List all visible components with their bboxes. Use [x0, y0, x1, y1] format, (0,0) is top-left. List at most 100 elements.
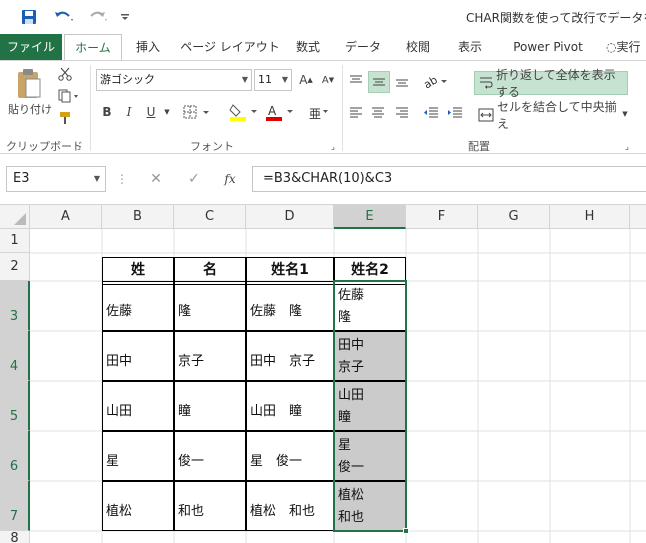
decrease-indent-icon[interactable]: [420, 103, 442, 123]
phonetic-guide-icon[interactable]: 亜: [306, 101, 330, 123]
row-header-2[interactable]: 2: [0, 253, 30, 281]
excel-window: CHAR関数を使って改行でデータを連結 ファイル ホーム 挿入 ページ レイアウ…: [0, 0, 646, 543]
table-cell[interactable]: 佐藤 隆: [246, 281, 334, 331]
table-cell[interactable]: 瞳: [174, 381, 246, 431]
row-header-7[interactable]: 7: [0, 481, 30, 531]
borders-icon[interactable]: [180, 101, 214, 123]
tab-file[interactable]: ファイル: [0, 34, 62, 60]
tab-formulas[interactable]: 数式: [288, 34, 328, 60]
column-header-c[interactable]: C: [174, 205, 246, 229]
grip-icon: ⋮: [116, 172, 128, 186]
table-cell[interactable]: 山田: [102, 381, 174, 431]
column-header-i[interactable]: [630, 205, 646, 229]
underline-button[interactable]: U: [142, 101, 160, 123]
table-cell[interactable]: 山田瞳: [334, 381, 406, 431]
align-left-icon[interactable]: [346, 103, 366, 123]
table-cell[interactable]: 星: [102, 431, 174, 481]
redo-icon[interactable]: [84, 6, 112, 28]
table-cell[interactable]: 佐藤: [102, 281, 174, 331]
tab-data[interactable]: データ: [340, 34, 386, 60]
merge-center-button[interactable]: セルを結合して中央揃え: [474, 100, 618, 131]
align-right-icon[interactable]: [392, 103, 412, 123]
tab-home[interactable]: ホーム: [64, 34, 122, 61]
column-header-a[interactable]: A: [30, 205, 102, 229]
column-header-f[interactable]: F: [406, 205, 478, 229]
column-header-d[interactable]: D: [246, 205, 334, 229]
table-cell[interactable]: 和也: [174, 481, 246, 531]
ribbon: 貼り付け クリップボード ⌟ 游ゴシック ▼ 11 ▼ A ▲ A ▼ B I U ▼: [0, 60, 646, 154]
name-box[interactable]: E3 ▼: [6, 166, 106, 192]
format-painter-icon[interactable]: [56, 109, 74, 127]
table-cell[interactable]: 京子: [174, 331, 246, 381]
chevron-down-icon: ▼: [241, 75, 248, 84]
increase-font-size-icon[interactable]: A ▲: [296, 69, 316, 91]
table-cell[interactable]: 星 俊一: [246, 431, 334, 481]
table-cell[interactable]: 植松 和也: [246, 481, 334, 531]
tab-power-pivot[interactable]: Power Pivot: [502, 34, 594, 60]
table-cell[interactable]: 田中: [102, 331, 174, 381]
table-cell[interactable]: 俊一: [174, 431, 246, 481]
column-header-e[interactable]: E: [334, 205, 406, 229]
chevron-down-icon: ▼: [281, 75, 288, 84]
orientation-icon[interactable]: ab: [420, 71, 452, 91]
table-cell[interactable]: 星俊一: [334, 431, 406, 481]
font-launcher-icon[interactable]: ⌟: [328, 141, 338, 151]
align-center-icon[interactable]: [368, 103, 388, 123]
clipboard-launcher-icon[interactable]: ⌟: [74, 141, 84, 151]
tab-page-layout[interactable]: ページ レイアウト: [180, 34, 280, 60]
chevron-down-icon[interactable]: ▼: [162, 107, 172, 117]
tab-review[interactable]: 校閲: [398, 34, 438, 60]
fill-handle[interactable]: [403, 528, 409, 534]
insert-function-icon[interactable]: fx: [220, 170, 240, 188]
divider: [342, 65, 343, 151]
formula-input[interactable]: =B3&CHAR(10)&C3: [252, 166, 646, 192]
align-middle-icon[interactable]: [368, 71, 390, 93]
font-size-dropdown[interactable]: 11 ▼: [254, 69, 292, 91]
row-header-4[interactable]: 4: [0, 331, 30, 381]
font-name-dropdown[interactable]: 游ゴシック ▼: [96, 69, 252, 91]
svg-text:亜: 亜: [309, 107, 321, 121]
chevron-down-icon[interactable]: ▼: [620, 109, 630, 119]
font-color-icon[interactable]: A: [262, 101, 298, 123]
table-cell[interactable]: 佐藤隆: [334, 281, 406, 331]
alignment-launcher-icon[interactable]: ⌟: [622, 141, 632, 151]
select-all-corner[interactable]: [0, 205, 30, 229]
column-header-g[interactable]: G: [478, 205, 550, 229]
align-bottom-icon[interactable]: [392, 71, 412, 91]
italic-button[interactable]: I: [120, 101, 138, 123]
cancel-icon[interactable]: ✕: [146, 170, 166, 188]
worksheet-grid[interactable]: A B C D E F G H 1 2 3 4 5 6 7 8 姓 名 姓名1 …: [0, 204, 646, 543]
wrap-text-button[interactable]: 折り返して全体を表示する: [474, 68, 628, 99]
cut-icon[interactable]: [56, 65, 74, 83]
paste-button[interactable]: 貼り付け: [2, 101, 58, 117]
row-header-1[interactable]: 1: [0, 229, 30, 253]
table-cell[interactable]: 田中 京子: [334, 331, 406, 381]
column-header-h[interactable]: H: [550, 205, 630, 229]
row-header-6[interactable]: 6: [0, 431, 30, 481]
table-cell[interactable]: 植松 和也: [334, 481, 406, 531]
copy-icon[interactable]: [56, 87, 82, 105]
paste-icon[interactable]: [12, 67, 46, 101]
customize-quick-access-icon[interactable]: [118, 6, 132, 28]
enter-icon[interactable]: ✓: [184, 170, 204, 188]
decrease-font-size-icon[interactable]: A ▼: [318, 69, 338, 91]
fill-color-icon[interactable]: [226, 101, 262, 123]
tab-view[interactable]: 表示: [450, 34, 490, 60]
increase-indent-icon[interactable]: [444, 103, 466, 123]
bold-button[interactable]: B: [98, 101, 116, 123]
row-header-5[interactable]: 5: [0, 381, 30, 431]
column-header-b[interactable]: B: [102, 205, 174, 229]
align-top-icon[interactable]: [346, 71, 366, 91]
row-header-3[interactable]: 3: [0, 281, 30, 331]
table-cell[interactable]: 植松: [102, 481, 174, 531]
table-cell[interactable]: 山田 瞳: [246, 381, 334, 431]
undo-icon[interactable]: [50, 6, 78, 28]
save-icon[interactable]: [18, 6, 40, 28]
tab-insert[interactable]: 挿入: [128, 34, 168, 60]
table-cell[interactable]: 田中 京子: [246, 331, 334, 381]
font-group-label: フォント: [190, 140, 234, 153]
row-header-8[interactable]: 8: [0, 531, 30, 543]
title-bar: CHAR関数を使って改行でデータを連結: [0, 0, 646, 34]
table-cell[interactable]: 隆: [174, 281, 246, 331]
tab-tell-me[interactable]: ◌実行: [606, 34, 646, 60]
